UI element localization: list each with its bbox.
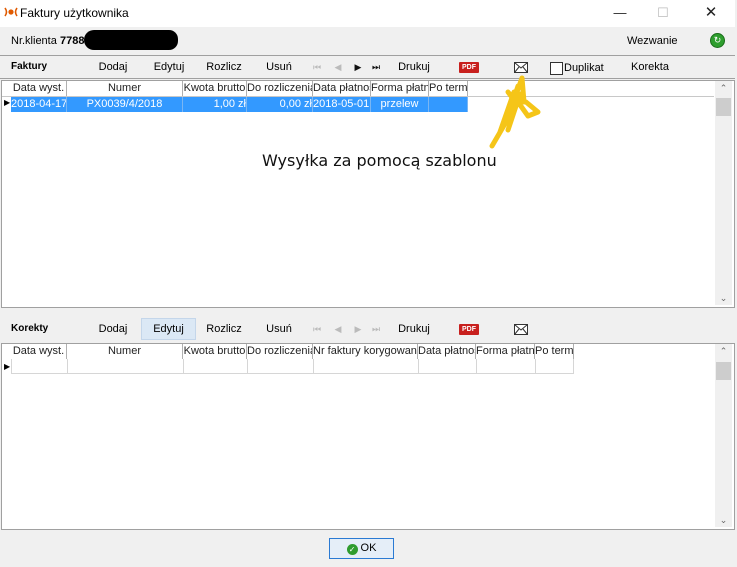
redaction-mark — [84, 30, 178, 50]
column-header[interactable]: Po terminie — [429, 81, 468, 96]
column-header[interactable]: Nr faktury korygowanej — [313, 344, 418, 359]
korekty-toolbar: Korekty Dodaj Edytuj Rozlicz Usuń ⏮ ◀ ▶ … — [0, 318, 735, 340]
korekty-grid-header: Data wyst. Numer Kwota brutto Do rozlicz… — [2, 344, 714, 359]
annotation-arrow-icon — [489, 75, 541, 149]
empty-row-line — [11, 373, 574, 374]
client-number: 7788 — [60, 35, 85, 47]
faktury-edit-button[interactable]: Edytuj — [143, 57, 195, 77]
faktury-grid-header: Data wyst. Numer Kwota brutto Do rozlicz… — [2, 81, 714, 97]
table-cell — [429, 97, 468, 112]
title-bar: Faktury użytkownika — ☐ ✕ — [0, 0, 735, 27]
nav-first-icon[interactable]: ⏮ — [310, 319, 324, 339]
column-header[interactable]: Data wyst. — [11, 81, 67, 96]
korekty-section-title: Korekty — [11, 323, 49, 334]
nav-last-icon[interactable]: ⏭ — [369, 319, 383, 339]
korekty-grid: Data wyst. Numer Kwota brutto Do rozlicz… — [1, 343, 735, 530]
scroll-down-icon[interactable]: ⌄ — [715, 513, 732, 527]
nav-next-icon[interactable]: ▶ — [351, 319, 365, 339]
column-header[interactable]: Data płatności — [313, 81, 371, 96]
table-cell: 2018-04-17 — [11, 97, 67, 112]
client-number-label: Nr.klienta — [11, 35, 57, 47]
column-header[interactable]: Data płatności — [418, 344, 476, 359]
nav-first-icon[interactable]: ⏮ — [310, 57, 324, 77]
table-cell: 1,00 zł — [183, 97, 247, 112]
column-header[interactable]: Do rozliczenia — [247, 81, 313, 96]
faktury-grid: Data wyst. Numer Kwota brutto Do rozlicz… — [1, 80, 735, 308]
scroll-thumb[interactable] — [716, 98, 731, 116]
korekty-print-button[interactable]: Drukuj — [390, 319, 438, 339]
faktury-section-title: Faktury — [11, 61, 48, 72]
envelope-icon[interactable] — [514, 324, 528, 335]
column-header[interactable]: Po terminie — [535, 344, 574, 359]
scroll-up-icon[interactable]: ⌃ — [715, 81, 732, 95]
nav-prev-icon[interactable]: ◀ — [331, 319, 345, 339]
korekty-add-button[interactable]: Dodaj — [88, 319, 138, 339]
korekty-delete-button[interactable]: Usuń — [255, 319, 303, 339]
korekty-edit-button[interactable]: Edytuj — [141, 318, 196, 340]
current-row-indicator-icon: ▶ — [4, 98, 11, 107]
table-row[interactable]: 2018-04-17 PX0039/4/2018 1,00 zł 0,00 zł… — [11, 97, 468, 112]
faktury-delete-button[interactable]: Usuń — [255, 57, 303, 77]
app-icon — [4, 7, 18, 17]
close-button[interactable]: ✕ — [688, 0, 734, 26]
scroll-down-icon[interactable]: ⌄ — [715, 291, 732, 305]
faktury-settle-button[interactable]: Rozlicz — [198, 57, 250, 77]
duplicate-checkbox[interactable] — [550, 62, 563, 75]
table-cell: 2018-05-01 — [313, 97, 371, 112]
window-title: Faktury użytkownika — [20, 6, 129, 20]
ok-button[interactable]: ✓ OK — [329, 538, 394, 559]
scroll-thumb[interactable] — [716, 362, 731, 380]
column-header[interactable]: Do rozliczenia — [247, 344, 313, 359]
table-cell: 0,00 zł — [247, 97, 313, 112]
column-header[interactable]: Numer — [67, 81, 183, 96]
table-cell: przelew — [371, 97, 429, 112]
minimize-button[interactable]: — — [597, 0, 643, 26]
faktury-toolbar: Faktury Dodaj Edytuj Rozlicz Usuń ⏮ ◀ ▶ … — [0, 55, 735, 79]
column-header[interactable]: Numer — [67, 344, 183, 359]
korekty-scrollbar[interactable]: ⌃ ⌄ — [715, 344, 732, 527]
column-header[interactable]: Forma płatności — [371, 81, 429, 96]
refresh-icon[interactable]: ↻ — [710, 33, 725, 48]
table-cell: PX0039/4/2018 — [67, 97, 183, 112]
wezwanie-label: Wezwanie — [627, 35, 678, 47]
column-header[interactable]: Kwota brutto — [183, 344, 247, 359]
faktury-print-button[interactable]: Drukuj — [390, 57, 438, 77]
faktury-scrollbar[interactable]: ⌃ ⌄ — [715, 81, 732, 305]
pdf-icon[interactable]: PDF — [459, 324, 479, 335]
ok-label: OK — [360, 542, 377, 554]
column-header[interactable]: Forma płatności — [476, 344, 535, 359]
annotation-caption: Wysyłka za pomocą szablonu — [262, 151, 497, 170]
nav-last-icon[interactable]: ⏭ — [369, 57, 383, 77]
maximize-button[interactable]: ☐ — [640, 0, 686, 26]
scroll-up-icon[interactable]: ⌃ — [715, 344, 732, 358]
current-row-indicator-icon: ▶ — [4, 362, 11, 371]
nav-prev-icon[interactable]: ◀ — [331, 57, 345, 77]
duplicate-label: Duplikat — [564, 62, 604, 74]
correction-button[interactable]: Korekta — [625, 57, 675, 77]
korekty-settle-button[interactable]: Rozlicz — [198, 319, 250, 339]
faktury-add-button[interactable]: Dodaj — [88, 57, 138, 77]
checkmark-icon: ✓ — [346, 544, 358, 555]
column-header[interactable]: Data wyst. — [11, 344, 67, 359]
nav-next-icon[interactable]: ▶ — [351, 57, 365, 77]
column-header[interactable]: Kwota brutto — [183, 81, 247, 96]
pdf-icon[interactable]: PDF — [459, 62, 479, 73]
